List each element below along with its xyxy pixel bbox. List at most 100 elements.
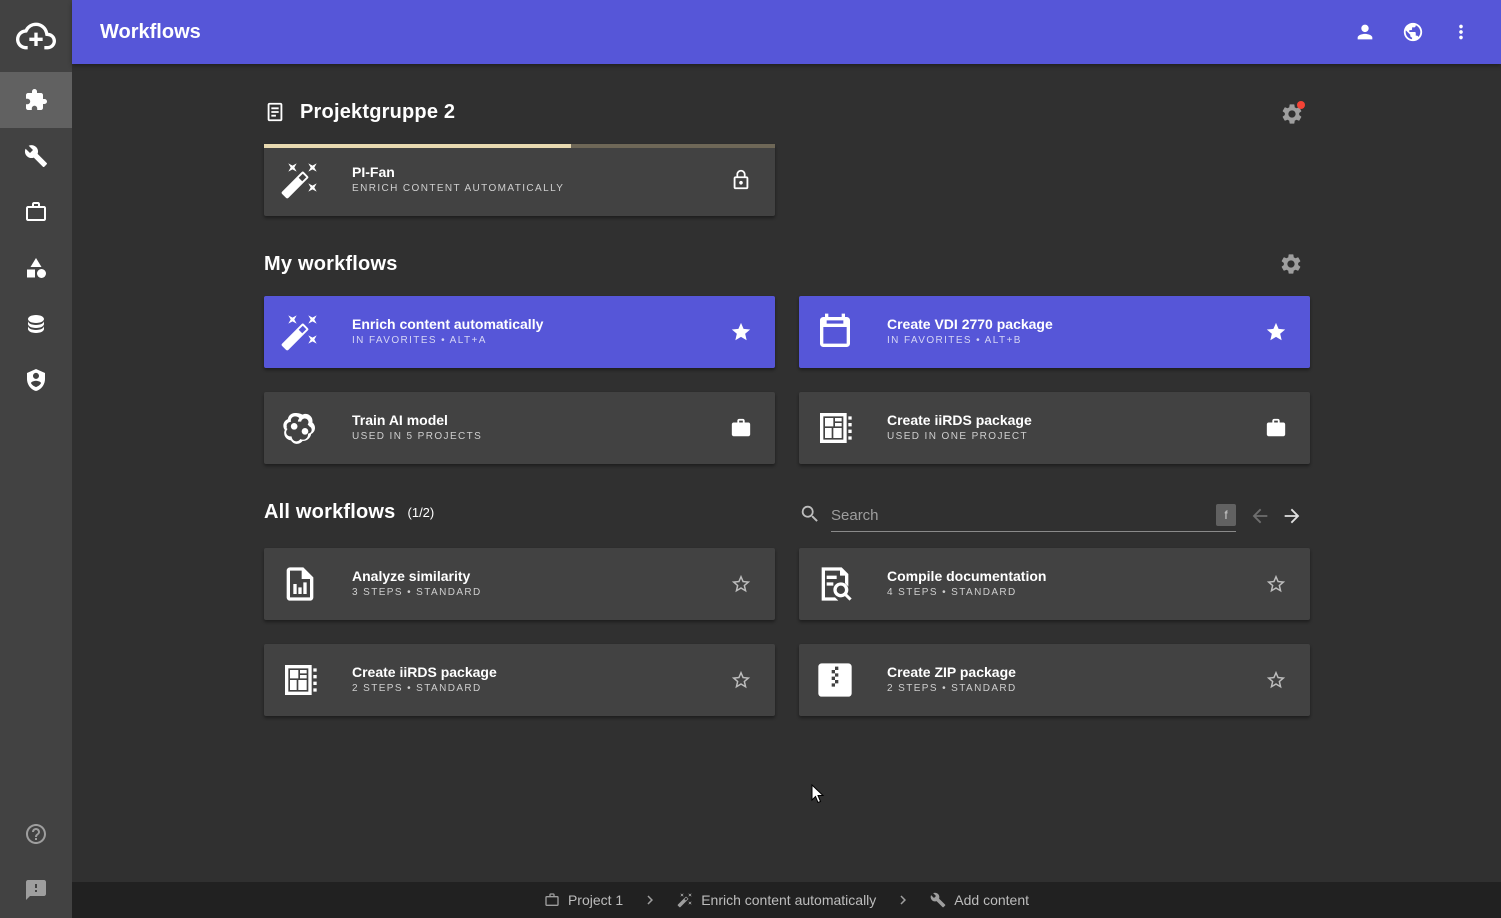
previous-page-button[interactable] [1244, 500, 1276, 532]
chart-document-icon [286, 567, 314, 601]
progress-fill [264, 144, 571, 148]
sidebar-bottom [0, 806, 72, 918]
my-workflows-settings-button[interactable] [1279, 252, 1303, 276]
card-title: Compile documentation [887, 568, 1047, 584]
calendar-icon [820, 313, 850, 347]
briefcase-outline-icon [545, 893, 559, 906]
workflow-card[interactable]: Train AI model USED IN 5 PROJECTS [264, 392, 775, 464]
favorite-button[interactable] [1242, 321, 1310, 343]
card-text: Create VDI 2770 package IN FAVORITES • A… [871, 315, 1242, 349]
sidebar-item-projects[interactable] [0, 184, 72, 240]
card-title: Create VDI 2770 package [887, 316, 1053, 332]
favorite-button[interactable] [707, 669, 775, 691]
star-filled-icon [731, 322, 751, 341]
card-title: Analyze similarity [352, 568, 471, 584]
card-icon [264, 160, 336, 200]
projects-button[interactable] [1242, 417, 1310, 439]
card-subtitle: 4 STEPS • STANDARD [887, 587, 1017, 598]
workflow-progress-bar [264, 144, 775, 148]
briefcase-icon [1266, 418, 1286, 437]
cloud-upload-logo[interactable] [0, 0, 72, 72]
sidebar-item-shapes[interactable] [0, 240, 72, 296]
my-workflows-title: My workflows [264, 252, 398, 275]
favorite-button[interactable] [707, 573, 775, 595]
sidebar-item-security[interactable] [0, 352, 72, 408]
workflow-card[interactable]: Create iiRDS package USED IN ONE PROJECT [799, 392, 1310, 464]
card-title: Create iiRDS package [887, 412, 1032, 428]
breadcrumb-label: Enrich content automatically [701, 892, 877, 908]
breadcrumb-workflow[interactable]: Enrich content automatically [677, 892, 876, 908]
group-header: Projektgruppe 2 [264, 92, 1309, 132]
star-outline-icon [1266, 670, 1286, 689]
card-icon [264, 312, 336, 352]
group-workflow-card[interactable]: PI-Fan ENRICH CONTENT AUTOMATICALLY [264, 144, 775, 216]
workflow-card[interactable]: Create ZIP package 2 STEPS • STANDARD [799, 644, 1310, 716]
more-menu-button[interactable] [1437, 8, 1485, 56]
workflow-card[interactable]: Create iiRDS package 2 STEPS • STANDARD [264, 644, 775, 716]
projects-button[interactable] [707, 417, 775, 439]
brain-icon [283, 413, 315, 444]
search-bar: f [799, 498, 1309, 534]
breadcrumb-step[interactable]: Add content [930, 892, 1029, 908]
star-outline-icon [731, 574, 751, 593]
favorite-button[interactable] [1242, 573, 1310, 595]
account-button[interactable] [1341, 8, 1389, 56]
magic-wand-icon [677, 893, 692, 908]
star-outline-icon [1266, 574, 1286, 593]
workflow-card[interactable]: Create VDI 2770 package IN FAVORITES • A… [799, 296, 1310, 368]
package-icon [820, 413, 852, 443]
card-text: PI-Fan ENRICH CONTENT AUTOMATICALLY [336, 163, 707, 197]
top-app-bar: Workflows [72, 0, 1501, 64]
sidebar [0, 0, 72, 918]
lock-icon [733, 169, 749, 190]
sidebar-item-workflows[interactable] [0, 72, 72, 128]
card-icon [264, 408, 336, 448]
sidebar-item-database[interactable] [0, 296, 72, 352]
workflow-card[interactable]: Compile documentation 4 STEPS • STANDARD [799, 548, 1310, 620]
star-filled-icon [1266, 322, 1286, 341]
document-search-icon [821, 567, 852, 601]
search-field: f [831, 500, 1236, 532]
help-circle-icon [26, 824, 46, 844]
wrench-icon [24, 145, 47, 167]
wrench-icon [930, 892, 946, 908]
group-title: Projektgruppe 2 [300, 100, 456, 123]
breadcrumb-label: Project 1 [567, 892, 624, 908]
card-subtitle: 3 STEPS • STANDARD [352, 587, 482, 598]
lock-button[interactable] [707, 169, 775, 191]
card-subtitle: USED IN ONE PROJECT [887, 431, 1029, 442]
pagination [1244, 500, 1308, 532]
more-vert-icon [1459, 24, 1463, 40]
breadcrumb: Project 1 Enrich content automatically A… [72, 882, 1501, 918]
card-subtitle: IN FAVORITES • ALT+A [352, 335, 487, 346]
breadcrumb-label: Add content [954, 892, 1030, 908]
workflow-card[interactable]: Analyze similarity 3 STEPS • STANDARD [264, 548, 775, 620]
card-text: Create iiRDS package USED IN ONE PROJECT [871, 411, 1242, 445]
favorite-button[interactable] [707, 321, 775, 343]
sidebar-item-help[interactable] [0, 806, 72, 862]
sidebar-item-feedback[interactable] [0, 862, 72, 918]
puzzle-icon [26, 89, 47, 110]
gear-icon [1281, 254, 1301, 274]
card-icon [799, 564, 871, 604]
search-icon [799, 503, 821, 530]
language-button[interactable] [1389, 8, 1437, 56]
star-outline-icon [731, 670, 751, 689]
breadcrumb-project[interactable]: Project 1 [544, 892, 623, 908]
card-text: Create ZIP package 2 STEPS • STANDARD [871, 663, 1242, 697]
workflow-card[interactable]: Enrich content automatically IN FAVORITE… [264, 296, 775, 368]
card-text: Enrich content automatically IN FAVORITE… [336, 315, 707, 349]
card-subtitle: 2 STEPS • STANDARD [352, 683, 482, 694]
card-icon [799, 660, 871, 700]
all-workflows-header: All workflows (1/2) [264, 492, 764, 532]
next-page-button[interactable] [1276, 500, 1308, 532]
keyboard-shortcut-hint: f [1216, 504, 1236, 526]
card-text: Compile documentation 4 STEPS • STANDARD [871, 567, 1242, 601]
favorite-button[interactable] [1242, 669, 1310, 691]
sidebar-item-tools[interactable] [0, 128, 72, 184]
group-settings-button[interactable] [1280, 101, 1305, 126]
search-input[interactable] [831, 507, 1201, 524]
chevron-right-icon [894, 891, 912, 909]
card-title: Create ZIP package [887, 664, 1016, 680]
mouse-cursor-icon [811, 784, 825, 804]
